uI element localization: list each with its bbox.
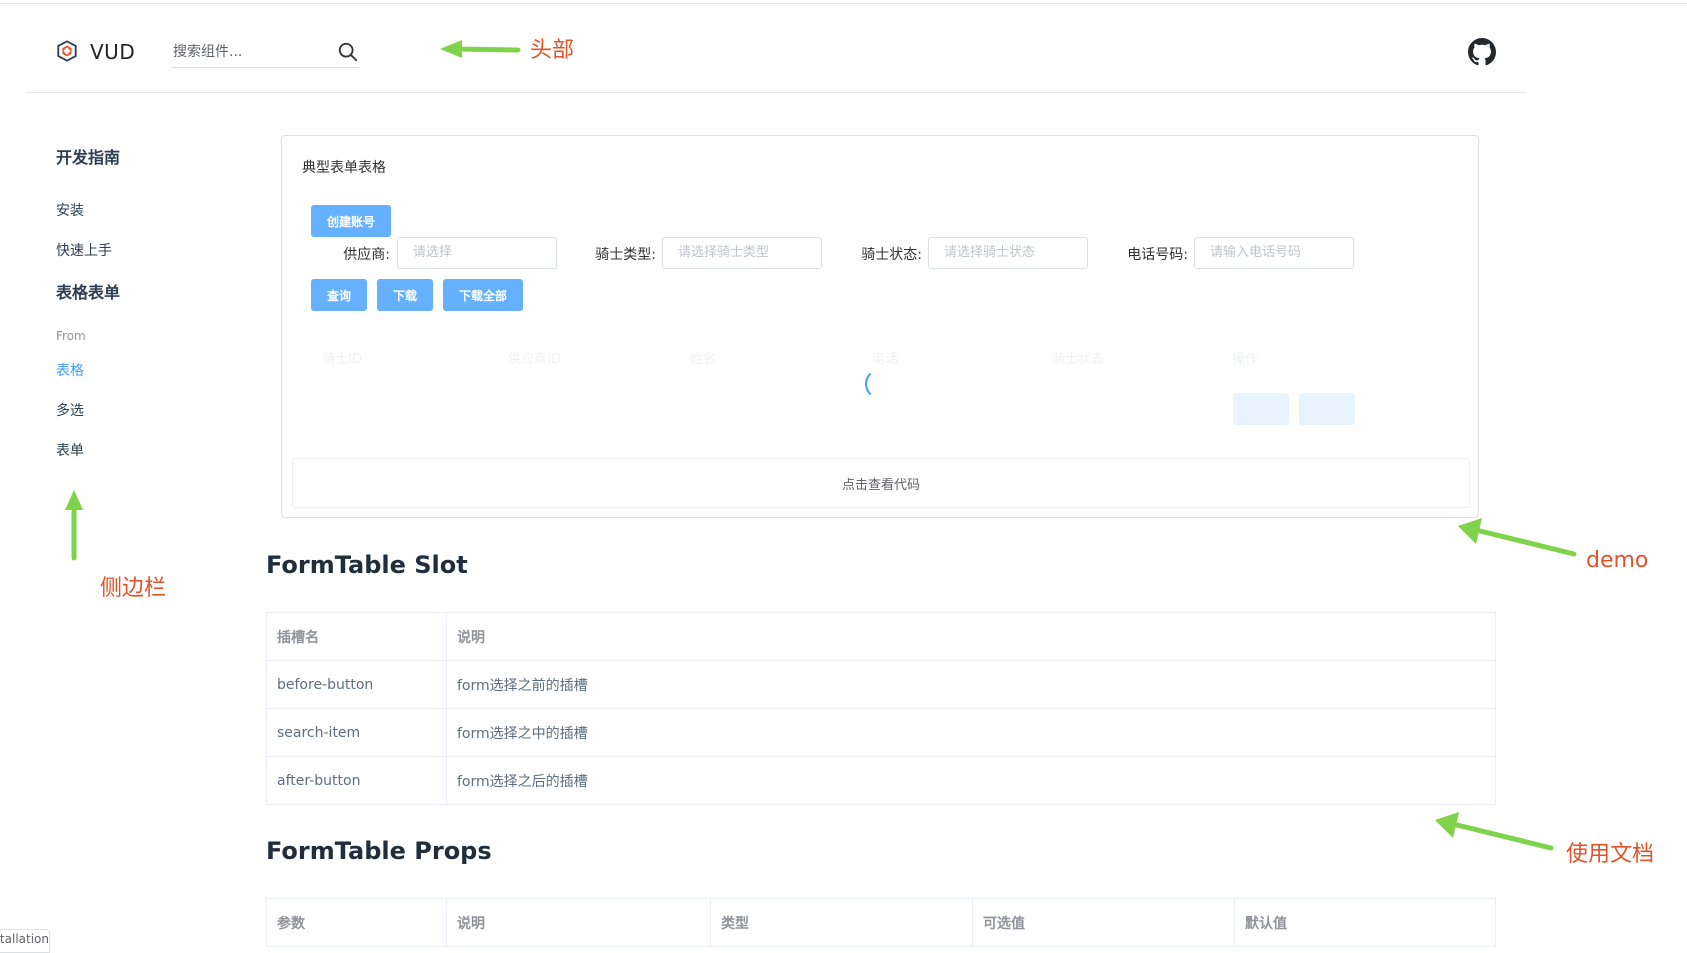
slot-col-desc: 说明: [446, 612, 1496, 661]
table-header-phone: 电话: [872, 352, 899, 367]
vud-logo-icon[interactable]: [56, 40, 78, 62]
props-col-param: 参数: [266, 898, 447, 947]
sidebar-section-table-form: 表格表单: [56, 283, 121, 302]
docs-annotation: 使用文档: [1566, 842, 1655, 867]
create-account-button[interactable]: 创建账号: [311, 205, 391, 237]
filter-label-supplier: 供应商:: [343, 247, 390, 263]
top-border: [0, 3, 1687, 4]
slot-desc-cell: form选择之前的插槽: [446, 660, 1496, 709]
demo-annotation: demo: [1586, 548, 1649, 573]
sidebar-item-table[interactable]: 表格: [56, 360, 84, 380]
sidebar-item-multiselect[interactable]: 多选: [56, 400, 84, 420]
view-code-button[interactable]: 点击查看代码: [292, 458, 1470, 508]
table-header-rider-id: 骑士ID: [322, 352, 362, 367]
slot-table-header: 插槽名 说明: [266, 612, 1496, 661]
supplier-select[interactable]: 请选择: [397, 237, 557, 269]
slot-desc-cell: form选择之后的插槽: [446, 756, 1496, 805]
header-divider: [26, 92, 1526, 93]
header-annotation: 头部: [530, 38, 575, 63]
query-button[interactable]: 查询: [311, 279, 367, 311]
sidebar-group-from: From: [56, 329, 86, 343]
brand-name[interactable]: VUD: [90, 40, 135, 64]
rider-type-select[interactable]: 请选择骑士类型: [662, 237, 822, 269]
slot-name-cell: before-button: [266, 660, 447, 709]
demo-title: 典型表单表格: [302, 160, 386, 176]
props-col-desc: 说明: [446, 898, 711, 947]
search-icon[interactable]: [337, 41, 359, 63]
sidebar-section-dev-guide: 开发指南: [56, 148, 121, 167]
sidebar-annotation: 侧边栏: [100, 576, 167, 601]
props-col-options: 可选值: [972, 898, 1235, 947]
sidebar-item-form[interactable]: 表单: [56, 440, 84, 460]
docs-arrow: [1435, 812, 1554, 851]
download-all-button[interactable]: 下载全部: [443, 279, 523, 311]
filter-label-rider-status: 骑士状态:: [861, 247, 922, 263]
table-row: after-button form选择之后的插槽: [266, 756, 1496, 805]
table-header-supplier-id: 供应商ID: [508, 352, 561, 367]
props-heading: FormTable Props: [266, 837, 492, 865]
table-row: before-button form选择之前的插槽: [266, 660, 1496, 709]
search-underline: [171, 67, 359, 68]
header-arrow: [440, 40, 521, 58]
bottom-tab[interactable]: tallation: [0, 929, 50, 953]
slot-desc-cell: form选择之中的插槽: [446, 708, 1496, 757]
sidebar-item-quickstart[interactable]: 快速上手: [56, 240, 112, 260]
sidebar-arrow: [65, 490, 83, 561]
filter-label-phone: 电话号码:: [1127, 247, 1188, 263]
row-delete-button-faded: [1299, 393, 1355, 425]
phone-input[interactable]: 请输入电话号码: [1194, 237, 1354, 269]
rider-status-select[interactable]: 请选择骑士状态: [928, 237, 1088, 269]
slot-heading: FormTable Slot: [266, 551, 468, 579]
props-col-default: 默认值: [1234, 898, 1496, 947]
github-icon[interactable]: [1468, 38, 1496, 66]
table-row: search-item form选择之中的插槽: [266, 708, 1496, 757]
loading-spinner-icon: [865, 373, 871, 395]
sidebar-item-install[interactable]: 安装: [56, 200, 84, 220]
slot-name-cell: search-item: [266, 708, 447, 757]
table-header-rider-status: 骑士状态: [1052, 352, 1105, 367]
slot-table: 插槽名 说明 before-button form选择之前的插槽 search-…: [266, 612, 1496, 805]
slot-name-cell: after-button: [266, 756, 447, 805]
table-header-actions: 操作: [1232, 352, 1259, 367]
props-col-type: 类型: [710, 898, 973, 947]
row-edit-button-faded: [1233, 393, 1289, 425]
filter-label-rider-type: 骑士类型:: [595, 247, 656, 263]
demo-arrow: [1458, 518, 1577, 557]
props-table-header: 参数 说明 类型 可选值 默认值: [266, 898, 1496, 947]
props-table: 参数 说明 类型 可选值 默认值: [266, 898, 1496, 947]
download-button[interactable]: 下载: [377, 279, 433, 311]
table-header-name: 姓名: [690, 352, 717, 367]
search-input[interactable]: [171, 38, 320, 66]
slot-col-name: 插槽名: [266, 612, 447, 661]
